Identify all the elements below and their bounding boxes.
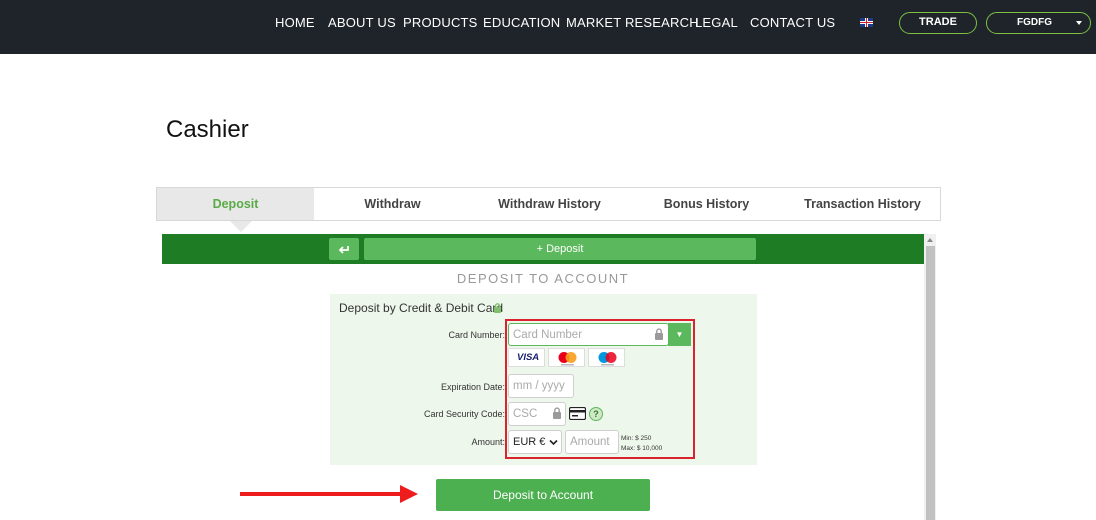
tab-withdraw-history[interactable]: Withdraw History <box>471 188 628 220</box>
tab-withdraw[interactable]: Withdraw <box>314 188 471 220</box>
visa-text: VISA <box>517 352 540 363</box>
trade-button[interactable]: TRADE <box>899 12 977 34</box>
top-navigation: HOME ABOUT US PRODUCTS EDUCATION MARKET … <box>0 0 1096 54</box>
maestro-icon <box>598 352 617 366</box>
tab-bonus-history[interactable]: Bonus History <box>628 188 785 220</box>
cashier-tabs: Deposit Withdraw Withdraw History Bonus … <box>156 187 941 221</box>
credit-card-icon <box>569 407 586 420</box>
chevron-down-icon <box>549 439 558 446</box>
mastercard-logo <box>548 348 585 367</box>
annotation-arrow-head <box>400 485 418 503</box>
csc-help-icon[interactable]: ? <box>589 407 603 421</box>
max-amount: Max: $ 10,000 <box>621 445 663 452</box>
amount-input[interactable]: Amount <box>565 430 619 454</box>
csc-label: Card Security Code: <box>423 409 505 419</box>
currency-value: EUR € <box>513 436 546 448</box>
tab-deposit[interactable]: Deposit <box>157 188 314 220</box>
nav-home[interactable]: HOME <box>275 15 315 30</box>
card-number-input[interactable]: Card Number <box>508 323 669 346</box>
nav-contact-us[interactable]: CONTACT US <box>750 15 835 30</box>
nav-legal[interactable]: LEGAL <box>695 15 738 30</box>
nav-about-us[interactable]: ABOUT US <box>328 15 396 30</box>
section-heading: DEPOSIT TO ACCOUNT <box>456 271 630 286</box>
currency-select[interactable]: EUR € <box>508 430 562 454</box>
annotation-arrow-shaft <box>240 492 402 496</box>
nav-market-research[interactable]: MARKET RESEARCH <box>566 15 699 30</box>
lock-icon <box>494 303 501 313</box>
expiration-date-input[interactable]: mm / yyyy <box>508 374 574 398</box>
maestro-logo <box>588 348 625 367</box>
mastercard-icon <box>558 352 577 366</box>
chevron-down-icon[interactable]: ▼ <box>668 323 691 346</box>
new-deposit-button[interactable]: + Deposit <box>364 238 756 260</box>
return-arrow-icon <box>338 245 349 254</box>
scrollbar-thumb[interactable] <box>926 246 935 520</box>
page-title: Cashier <box>166 116 249 143</box>
nav-products[interactable]: PRODUCTS <box>403 15 478 30</box>
panel-title: Deposit by Credit & Debit Card <box>339 301 504 315</box>
uk-flag-icon[interactable] <box>860 18 873 27</box>
user-menu-button[interactable]: FGDFG <box>986 12 1091 34</box>
lock-icon <box>655 328 663 340</box>
deposit-to-account-button[interactable]: Deposit to Account <box>436 479 650 511</box>
lock-icon <box>553 407 561 419</box>
back-button[interactable] <box>329 238 359 260</box>
nav-education[interactable]: EDUCATION <box>483 15 560 30</box>
tab-transaction-history[interactable]: Transaction History <box>785 188 940 220</box>
username-label: FGDFG <box>1017 17 1052 28</box>
scroll-up-icon[interactable] <box>927 238 933 242</box>
amount-label: Amount: <box>471 437 505 447</box>
expiration-label: Expiration Date: <box>440 382 505 392</box>
active-tab-pointer <box>230 221 252 232</box>
min-amount: Min: $ 250 <box>621 435 652 442</box>
card-number-label: Card Number: <box>448 330 505 340</box>
caret-down-icon <box>1076 21 1082 25</box>
